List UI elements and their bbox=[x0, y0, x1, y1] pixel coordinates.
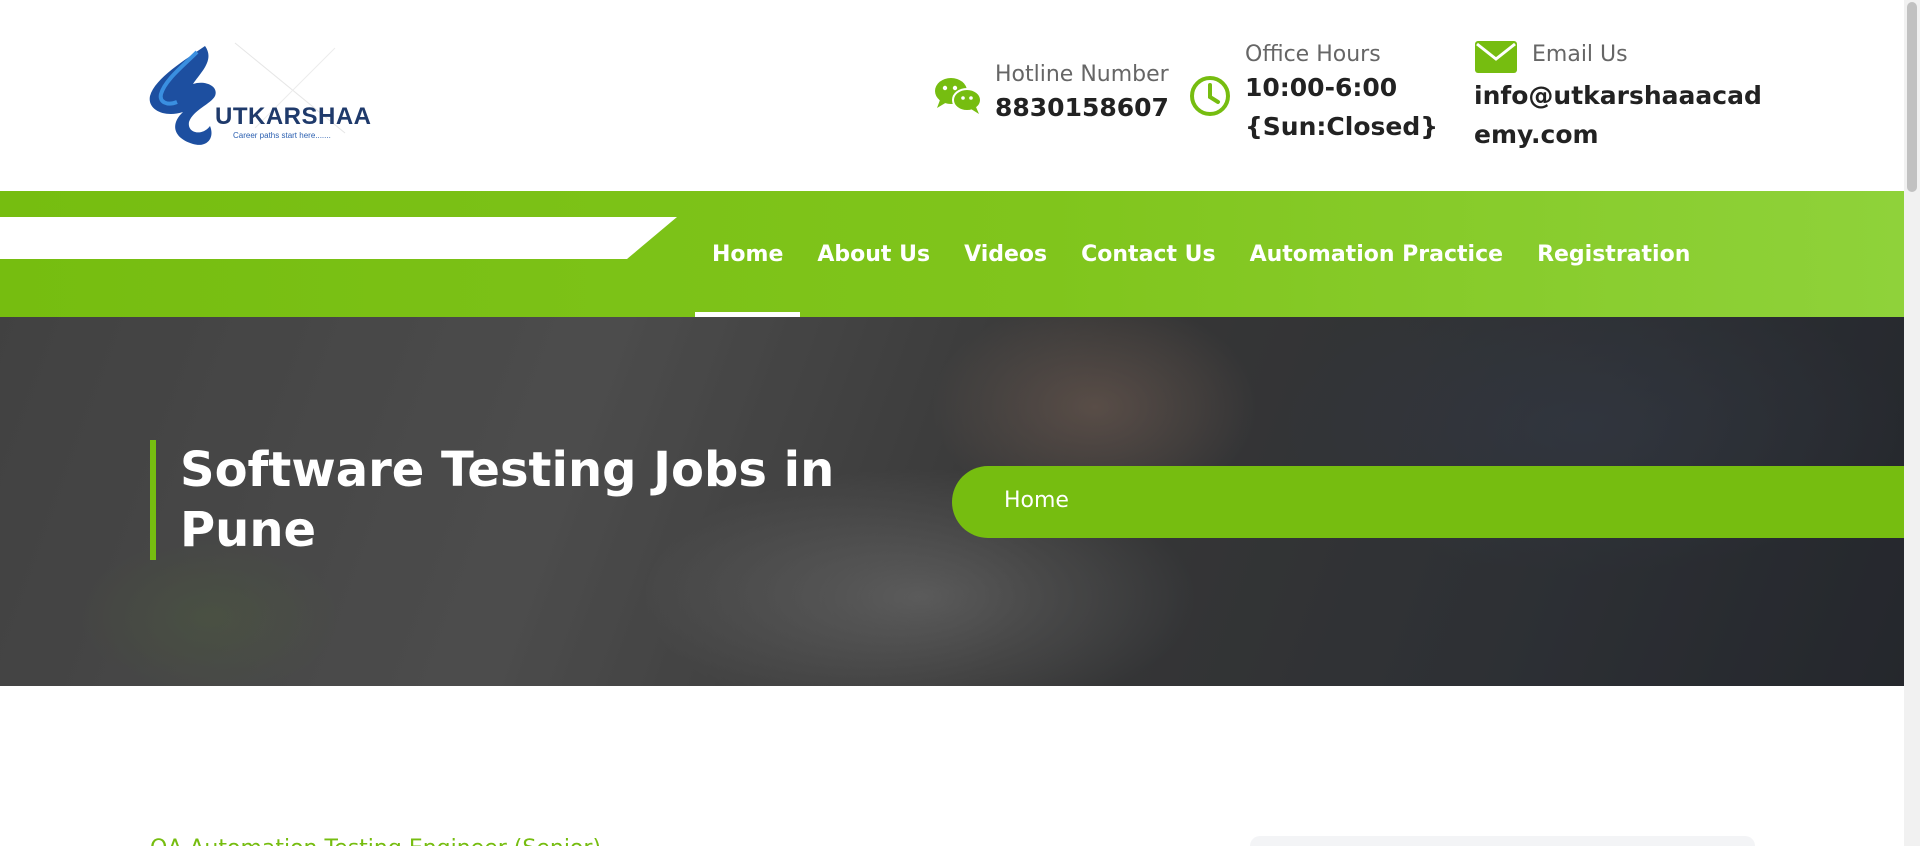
hotline-label: Hotline Number bbox=[995, 62, 1169, 87]
hotline-block: Hotline Number 8830158607 bbox=[930, 0, 1180, 191]
nav-item-label: Videos bbox=[964, 241, 1048, 267]
office-hours-value: 10:00-6:00 {Sun:Closed} bbox=[1245, 73, 1439, 141]
logo-tagline: Career paths start here....... bbox=[233, 131, 331, 140]
hotline-number[interactable]: 8830158607 bbox=[995, 88, 1169, 127]
scrollbar-thumb[interactable] bbox=[1907, 2, 1917, 192]
logo-name: UTKARSHAA bbox=[215, 103, 372, 130]
email-label: Email Us bbox=[1532, 42, 1628, 67]
office-hours-block: Office Hours 10:00-6:00 {Sun:Closed} bbox=[1185, 0, 1438, 191]
site-header: UTKARSHAA Career paths start here.......… bbox=[0, 0, 1904, 191]
office-hours-label: Office Hours bbox=[1245, 42, 1381, 67]
email-address[interactable]: info@utkarshaaacademy.com bbox=[1474, 76, 1764, 154]
email-block: Email Us info@utkarshaaacademy.com bbox=[1472, 0, 1762, 191]
nav-item-label: About Us bbox=[817, 241, 931, 267]
clock-icon bbox=[1188, 74, 1232, 122]
page-title-block: Software Testing Jobs in Pune bbox=[150, 440, 870, 560]
nav-item-automation-practice[interactable]: Automation Practice bbox=[1233, 191, 1520, 317]
nav-item-videos[interactable]: Videos bbox=[947, 191, 1064, 317]
nav-item-label: Home bbox=[712, 241, 784, 267]
nav-item-label: Automation Practice bbox=[1249, 241, 1504, 267]
page-scrollbar[interactable] bbox=[1904, 0, 1920, 846]
nav-item-label: Contact Us bbox=[1081, 241, 1216, 267]
nav-item-label: Registration bbox=[1537, 241, 1691, 267]
hero-banner: Software Testing Jobs in Pune Home bbox=[0, 317, 1904, 686]
content-first-heading: QA Automation Testing Engineer (Senior) bbox=[150, 836, 601, 846]
main-navbar: Home About Us Videos Contact Us Automati… bbox=[0, 191, 1904, 317]
site-logo[interactable]: UTKARSHAA Career paths start here....... bbox=[145, 38, 372, 148]
sidebar-box bbox=[1250, 836, 1755, 846]
breadcrumb: Home bbox=[952, 466, 1904, 538]
nav-item-registration[interactable]: Registration bbox=[1520, 191, 1707, 317]
chat-bubbles-icon bbox=[934, 76, 982, 120]
nav-menu: Home About Us Videos Contact Us Automati… bbox=[695, 191, 1707, 317]
envelope-icon bbox=[1474, 40, 1518, 78]
nav-item-about-us[interactable]: About Us bbox=[800, 191, 947, 317]
breadcrumb-home-link[interactable]: Home bbox=[1004, 488, 1069, 513]
page-title: Software Testing Jobs in Pune bbox=[180, 442, 835, 558]
nav-decor-stripe bbox=[0, 217, 677, 259]
nav-item-contact-us[interactable]: Contact Us bbox=[1064, 191, 1232, 317]
nav-item-home[interactable]: Home bbox=[695, 191, 801, 317]
